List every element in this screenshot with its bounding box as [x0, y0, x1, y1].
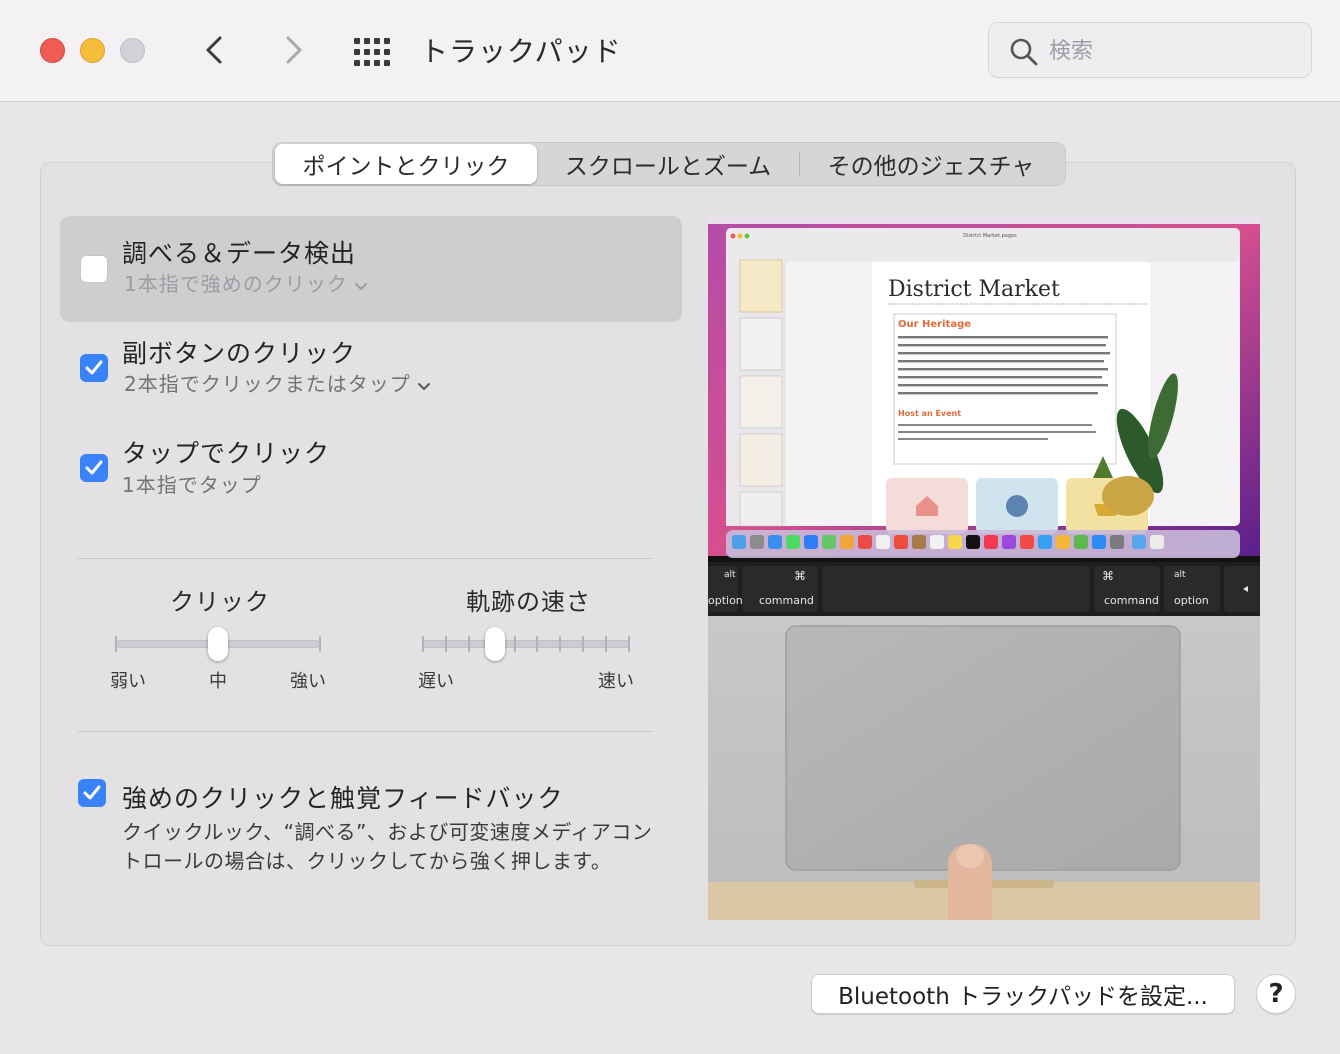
key-option-right: option	[1174, 594, 1209, 607]
key-command-right: command	[1104, 594, 1159, 607]
divider	[78, 558, 652, 559]
tracking-speed-knob[interactable]	[484, 627, 505, 661]
click-min-label: 弱い	[110, 671, 146, 692]
minimize-window-button[interactable]	[80, 38, 105, 63]
checkmark-icon	[85, 460, 103, 475]
slider-tick	[319, 636, 321, 652]
preview-heading-1: Our Heritage	[898, 319, 971, 330]
preview-file-name: District Market.pages	[963, 233, 1017, 239]
window-title: トラックパッド	[420, 35, 622, 68]
key-option-left: option	[708, 594, 743, 607]
slider-tick	[115, 636, 117, 652]
slider-tick	[468, 636, 470, 652]
key-alt-left: alt	[724, 570, 736, 580]
search-field[interactable]	[988, 22, 1312, 78]
force-click-checkbox[interactable]	[78, 779, 106, 807]
slider-tick	[422, 636, 424, 652]
lookup-gesture-label: 1本指で強めのクリック	[124, 272, 348, 296]
secondary-click-label: 2本指でクリックまたはタップ	[124, 372, 411, 396]
chevron-right-icon	[286, 36, 302, 64]
gesture-preview-video: District Market.pages District Market Ou…	[708, 216, 1260, 920]
search-input[interactable]	[1049, 35, 1289, 67]
secondary-click-checkbox[interactable]	[80, 354, 108, 382]
force-click-title: 強めのクリックと触覚フィードバック	[122, 784, 564, 813]
slider-tick	[536, 636, 538, 652]
slider-tick	[514, 636, 516, 652]
click-slider-label: クリック	[170, 588, 270, 616]
grid-icon	[354, 38, 390, 66]
checkmark-icon	[83, 785, 101, 800]
tap-to-click-title: タップでクリック	[122, 439, 331, 468]
titlebar: トラックパッド	[0, 0, 1340, 102]
slider-tick	[559, 636, 561, 652]
tab-more-gestures[interactable]: その他のジェスチャ	[800, 144, 1062, 184]
preview-heading-2: Host an Event	[898, 409, 961, 418]
preview-illustration: District Market.pages District Market Ou…	[708, 216, 1260, 920]
tap-to-click-subtitle: 1本指でタップ	[122, 473, 262, 497]
tab-point-and-click[interactable]: ポイントとクリック	[275, 144, 537, 184]
slider-tick	[628, 636, 630, 652]
tap-to-click-checkbox[interactable]	[80, 454, 108, 482]
tracking-speed-label: 軌跡の速さ	[466, 588, 591, 616]
show-all-button[interactable]	[352, 32, 392, 72]
force-click-description: クイックルック、“調べる”、および可変速度メディアコントロールの場合は、クリック…	[122, 820, 653, 873]
secondary-click-title: 副ボタンのクリック	[122, 339, 357, 368]
close-window-button[interactable]	[40, 38, 65, 63]
chevron-left-icon	[206, 36, 222, 64]
back-button[interactable]	[196, 30, 236, 70]
click-mid-label: 中	[209, 671, 227, 692]
setup-bluetooth-trackpad-button[interactable]: Bluetooth トラックパッドを設定...	[811, 974, 1235, 1014]
zoom-window-button[interactable]	[120, 38, 145, 63]
tab-bar: ポイントとクリック スクロールとズーム その他のジェスチャ	[272, 142, 1066, 186]
tracking-max-label: 速い	[598, 671, 634, 692]
slider-tick	[605, 636, 607, 652]
secondary-click-dropdown[interactable]: 2本指でクリックまたはタップ	[124, 368, 431, 397]
search-icon	[1010, 38, 1038, 66]
chevron-down-icon	[417, 382, 430, 390]
tracking-speed-track[interactable]	[422, 640, 630, 648]
preview-doc-title: District Market	[888, 277, 1060, 302]
key-cmd-symbol-left: ⌘	[794, 569, 806, 583]
chevron-down-icon	[354, 282, 367, 290]
slider-tick	[582, 636, 584, 652]
lookup-checkbox[interactable]	[80, 255, 108, 283]
slider-tick	[445, 636, 447, 652]
tab-scroll-and-zoom[interactable]: スクロールとズーム	[537, 144, 799, 184]
key-alt-right: alt	[1174, 570, 1186, 580]
lookup-title: 調べる＆データ検出	[122, 239, 357, 268]
checkmark-icon	[85, 360, 103, 375]
tracking-min-label: 遅い	[418, 671, 454, 692]
key-command-left: command	[759, 594, 814, 607]
click-slider-knob[interactable]	[208, 627, 228, 661]
forward-button[interactable]	[272, 30, 312, 70]
divider	[78, 731, 652, 732]
help-button[interactable]: ?	[1256, 974, 1296, 1014]
click-max-label: 強い	[290, 671, 326, 692]
lookup-gesture-dropdown[interactable]: 1本指で強めのクリック	[124, 268, 368, 297]
key-cmd-symbol-right: ⌘	[1102, 569, 1114, 583]
